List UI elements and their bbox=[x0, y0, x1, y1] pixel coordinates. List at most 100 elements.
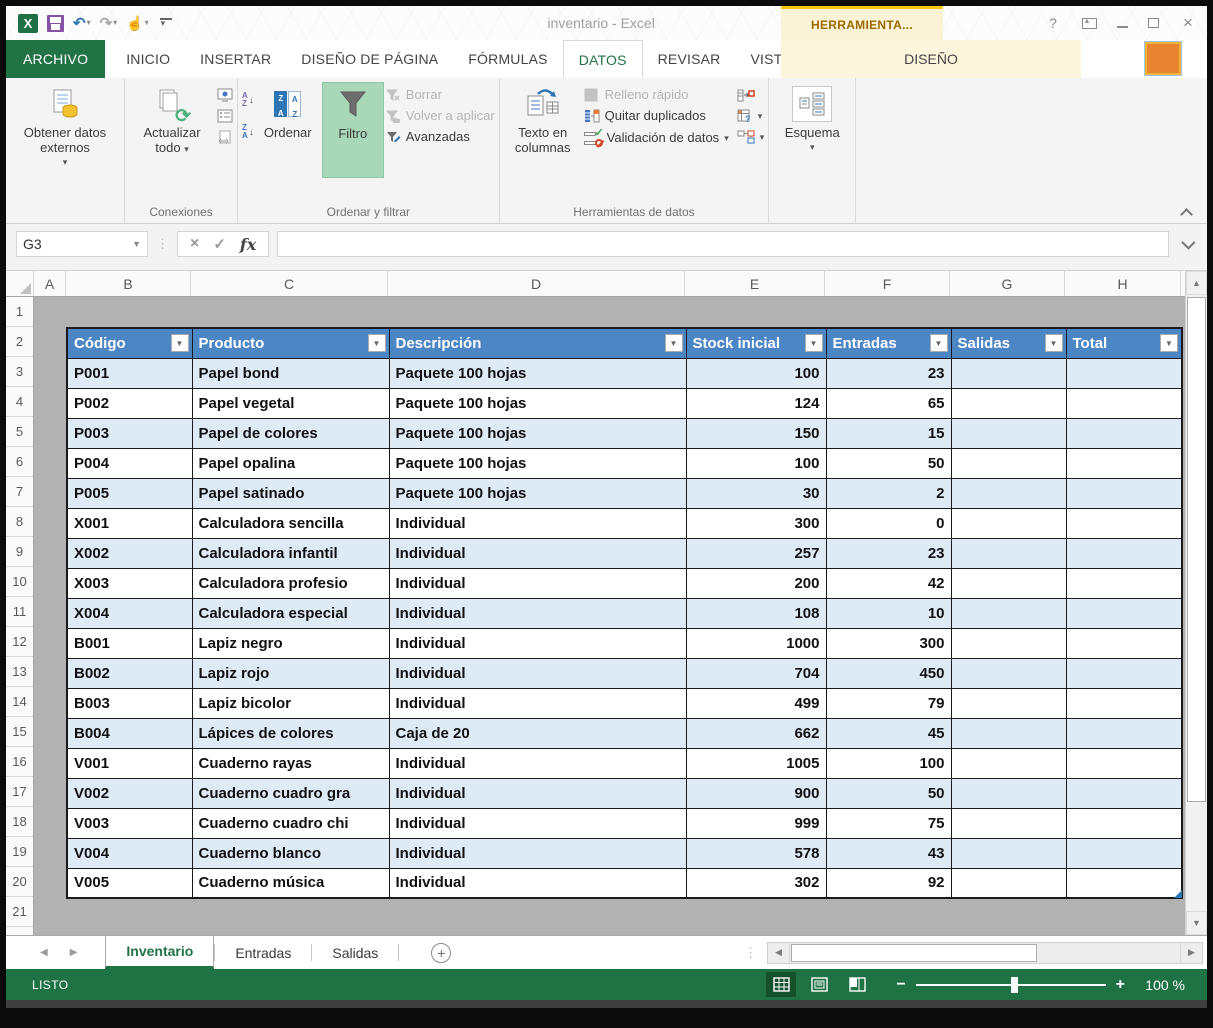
filter-dropdown-icon[interactable]: ▼ bbox=[170, 334, 189, 353]
cell-stock-inicial[interactable]: 499 bbox=[685, 687, 827, 719]
cell-descripcion[interactable]: Individual bbox=[388, 657, 687, 689]
row-header[interactable]: 12 bbox=[6, 627, 33, 657]
conexiones-button[interactable] bbox=[217, 88, 233, 102]
row-header[interactable]: 14 bbox=[6, 687, 33, 717]
ribbon-tab[interactable]: FÓRMULAS bbox=[453, 40, 562, 78]
customize-qat-icon[interactable] bbox=[159, 18, 172, 29]
cell-producto[interactable]: Calculadora infantil bbox=[191, 537, 390, 569]
column-header[interactable]: C bbox=[191, 271, 388, 296]
cell-entradas[interactable]: 300 bbox=[825, 627, 952, 659]
filter-dropdown-icon[interactable]: ▼ bbox=[929, 334, 948, 353]
cell-producto[interactable]: Papel satinado bbox=[191, 477, 390, 509]
cell-descripcion[interactable]: Individual bbox=[388, 567, 687, 599]
cell-producto[interactable]: Papel bond bbox=[191, 357, 390, 389]
expand-formula-bar-icon[interactable] bbox=[1177, 231, 1197, 257]
cell-stock-inicial[interactable]: 257 bbox=[685, 537, 827, 569]
row-header[interactable]: 4 bbox=[6, 387, 33, 417]
sort-za-button[interactable]: Z A ↓ bbox=[242, 124, 254, 140]
cell-codigo[interactable]: P002 bbox=[66, 387, 193, 419]
cell-codigo[interactable]: V004 bbox=[66, 837, 193, 869]
vertical-scroll-thumb[interactable] bbox=[1187, 297, 1206, 803]
row-header[interactable]: 15 bbox=[6, 717, 33, 747]
sheet-tab[interactable]: Inventario bbox=[105, 936, 215, 969]
scroll-right-icon[interactable]: ▶ bbox=[1180, 942, 1202, 963]
chevron-down-icon[interactable]: ▾ bbox=[113, 19, 117, 27]
cell-salidas[interactable] bbox=[950, 717, 1067, 749]
cell-codigo[interactable]: P001 bbox=[66, 357, 193, 389]
cell-total[interactable] bbox=[1065, 417, 1183, 449]
zoom-slider[interactable] bbox=[915, 976, 1106, 993]
cell-total[interactable] bbox=[1065, 507, 1183, 539]
borrar-button[interactable]: Borrar bbox=[385, 88, 495, 102]
cell-descripcion[interactable]: Individual bbox=[388, 687, 687, 719]
column-header[interactable]: G bbox=[950, 271, 1065, 296]
cell-total[interactable] bbox=[1065, 717, 1183, 749]
cell-producto[interactable]: Lápices de colores bbox=[191, 717, 390, 749]
cell-codigo[interactable]: P003 bbox=[66, 417, 193, 449]
cell-total[interactable] bbox=[1065, 777, 1183, 809]
row-header[interactable]: 18 bbox=[6, 807, 33, 837]
filtro-button[interactable]: Filtro bbox=[321, 82, 384, 178]
cell-stock-inicial[interactable]: 124 bbox=[685, 387, 827, 419]
page-break-preview-button[interactable] bbox=[842, 972, 872, 997]
cell-total[interactable] bbox=[1065, 807, 1183, 839]
filter-dropdown-icon[interactable]: ▼ bbox=[804, 334, 823, 353]
cell-codigo[interactable]: X003 bbox=[66, 567, 193, 599]
column-header[interactable]: H bbox=[1065, 271, 1181, 296]
cell-producto[interactable]: Papel de colores bbox=[191, 417, 390, 449]
close-icon[interactable]: × bbox=[1179, 13, 1197, 33]
table-resize-handle[interactable] bbox=[1174, 890, 1182, 898]
cell-entradas[interactable]: 75 bbox=[825, 807, 952, 839]
cell-codigo[interactable]: B004 bbox=[66, 717, 193, 749]
cell-total[interactable] bbox=[1065, 387, 1183, 419]
cell-codigo[interactable]: V002 bbox=[66, 777, 193, 809]
cell-total[interactable] bbox=[1065, 597, 1183, 629]
next-sheet-icon[interactable]: ▶ bbox=[70, 947, 78, 958]
column-header[interactable]: A bbox=[34, 271, 66, 296]
cell-total[interactable] bbox=[1065, 567, 1183, 599]
cell-codigo[interactable]: X004 bbox=[66, 597, 193, 629]
obtener-datos-externos-button[interactable]: Obtener datos externos ▾ bbox=[10, 82, 120, 170]
select-all-corner[interactable] bbox=[6, 271, 34, 296]
cell-stock-inicial[interactable]: 100 bbox=[685, 357, 827, 389]
sort-az-button[interactable]: A Z ↓ bbox=[242, 92, 254, 108]
ribbon-tab[interactable]: INICIO bbox=[111, 40, 185, 78]
cell-salidas[interactable] bbox=[950, 777, 1067, 809]
cell-entradas[interactable]: 79 bbox=[825, 687, 952, 719]
cell-stock-inicial[interactable]: 108 bbox=[685, 597, 827, 629]
cell-total[interactable] bbox=[1065, 657, 1183, 689]
cell-codigo[interactable]: X001 bbox=[66, 507, 193, 539]
zoom-out-icon[interactable]: − bbox=[896, 976, 905, 994]
cell-stock-inicial[interactable]: 100 bbox=[685, 447, 827, 479]
ribbon-tab[interactable]: ARCHIVO bbox=[6, 40, 106, 78]
cell-producto[interactable]: Cuaderno blanco bbox=[191, 837, 390, 869]
cell-salidas[interactable] bbox=[950, 837, 1067, 869]
quitar-duplicados-button[interactable]: Quitar duplicados bbox=[584, 109, 729, 123]
table-header-cell[interactable]: Stock inicial ▼ bbox=[685, 327, 827, 359]
table-header-cell[interactable]: Entradas ▼ bbox=[825, 327, 952, 359]
cell-entradas[interactable]: 65 bbox=[825, 387, 952, 419]
cell-producto[interactable]: Lapiz rojo bbox=[191, 657, 390, 689]
cell-entradas[interactable]: 92 bbox=[825, 867, 952, 899]
cell-entradas[interactable]: 450 bbox=[825, 657, 952, 689]
table-header-cell[interactable]: Total ▼ bbox=[1065, 327, 1183, 359]
cell-codigo[interactable]: V003 bbox=[66, 807, 193, 839]
row-header[interactable]: 20 bbox=[6, 867, 33, 897]
ribbon-display-options-icon[interactable] bbox=[1082, 16, 1097, 29]
row-header[interactable]: 17 bbox=[6, 777, 33, 807]
help-icon[interactable]: ? bbox=[1044, 15, 1062, 31]
filter-dropdown-icon[interactable]: ▼ bbox=[1160, 334, 1178, 353]
cell-total[interactable] bbox=[1065, 537, 1183, 569]
cell-stock-inicial[interactable]: 1000 bbox=[685, 627, 827, 659]
row-header[interactable]: 2 bbox=[6, 327, 33, 357]
cell-entradas[interactable]: 50 bbox=[825, 447, 952, 479]
propiedades-button[interactable] bbox=[217, 109, 233, 123]
cell-salidas[interactable] bbox=[950, 477, 1067, 509]
ribbon-tab[interactable]: DISEÑO DE PÁGINA bbox=[286, 40, 453, 78]
analisis-hipotesis-button[interactable]: ? ▾ bbox=[737, 109, 765, 123]
cell-total[interactable] bbox=[1065, 477, 1183, 509]
cell-total[interactable] bbox=[1065, 867, 1183, 899]
cell-salidas[interactable] bbox=[950, 387, 1067, 419]
cell-stock-inicial[interactable]: 302 bbox=[685, 867, 827, 899]
tab-diseno-contextual[interactable]: DISEÑO bbox=[781, 40, 1081, 78]
